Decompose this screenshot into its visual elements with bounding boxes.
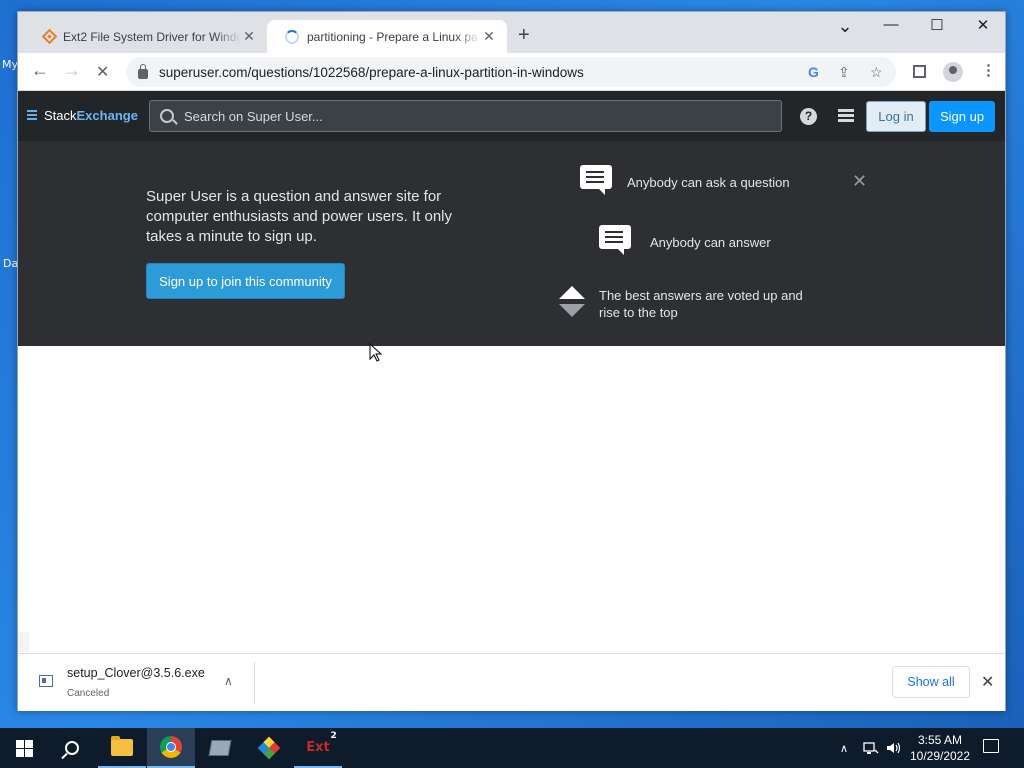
desktop-icon-label[interactable]: My [2, 58, 18, 71]
bookmark-star-icon[interactable]: ☆ [870, 64, 883, 81]
help-icon[interactable]: ? [800, 108, 817, 125]
vote-down-icon [559, 304, 585, 317]
page-scroll-stub [18, 632, 29, 652]
ask-question-icon [580, 165, 612, 195]
download-shelf: setup_Clover@3.5.6.exe Canceled ∧ Show a… [18, 653, 1005, 711]
tab-close-icon[interactable]: ✕ [241, 28, 257, 45]
search-icon [160, 109, 174, 123]
share-icon[interactable]: ⇪ [838, 64, 850, 81]
feature-voting: The best answers are voted up and rise t… [599, 288, 803, 320]
signup-button[interactable]: Sign up [929, 101, 995, 132]
tab-title: Ext2 File System Driver for Windo [63, 29, 241, 44]
stackexchange-logo-icon [27, 110, 37, 121]
hero-description: Super User is a question and answer site… [146, 188, 452, 245]
back-button[interactable]: ← [31, 60, 49, 81]
windows-taskbar: Ext 2 ∧ 3:55 AM 10/29/2022 [0, 728, 1024, 768]
forward-button[interactable]: → [63, 60, 81, 81]
taskbar-file-explorer[interactable] [98, 728, 146, 768]
close-window-button[interactable]: ✕ [960, 16, 1006, 34]
site-favicon-icon [41, 28, 58, 45]
mouse-cursor-icon [369, 343, 383, 362]
answer-icon [599, 225, 631, 255]
file-icon [39, 675, 53, 687]
show-all-button[interactable]: Show all [892, 666, 970, 698]
close-banner-icon[interactable]: ✕ [852, 171, 867, 192]
maximize-button[interactable]: ☐ [914, 16, 960, 34]
stop-loading-button[interactable]: ✕ [96, 62, 109, 82]
feature-ask: Anybody can ask a question [627, 175, 790, 190]
search-input[interactable] [184, 108, 744, 124]
vote-up-icon [559, 286, 585, 299]
folder-icon [111, 735, 133, 756]
diamond-app-icon [257, 736, 281, 760]
clock-time: 3:55 AM [917, 733, 963, 747]
site-search-box[interactable] [149, 100, 782, 132]
site-topbar: StackExchange ? Log in Sign up [18, 91, 1005, 141]
app-box-icon [208, 740, 232, 756]
new-tab-button[interactable]: + [518, 24, 530, 47]
browser-window: Ext2 File System Driver for Windo ✕ part… [17, 11, 1006, 711]
volume-icon[interactable] [885, 728, 901, 768]
notification-center-icon[interactable] [983, 739, 999, 753]
logo-text-stack: Stack [44, 108, 77, 123]
url-text[interactable]: superuser.com/questions/1022568/prepare-… [159, 65, 584, 80]
menu-kebab-icon[interactable]: ⋮ [981, 61, 996, 79]
signup-hero-banner: Super User is a question and answer site… [18, 141, 1005, 346]
tab-partitioning[interactable]: partitioning - Prepare a Linux pa ✕ [267, 20, 507, 53]
tab-strip: Ext2 File System Driver for Windo ✕ part… [18, 12, 1005, 53]
logo-text-exchange: Exchange [76, 108, 138, 123]
tray-overflow-chevron-icon[interactable]: ∧ [840, 728, 848, 768]
profile-avatar-icon[interactable] [943, 62, 963, 82]
system-clock[interactable]: 3:55 AM 10/29/2022 [906, 732, 974, 764]
site-switcher-icon[interactable] [838, 109, 854, 123]
search-icon [65, 741, 79, 755]
desktop-icon-label[interactable]: Da [3, 257, 18, 270]
loading-spinner-icon [285, 29, 299, 44]
taskbar-app-diamond[interactable] [245, 728, 293, 768]
login-button[interactable]: Log in [866, 101, 926, 132]
join-community-button[interactable]: Sign up to join this community [146, 263, 345, 299]
taskbar-chrome[interactable] [147, 728, 195, 768]
taskbar-app[interactable] [196, 728, 244, 768]
start-button[interactable] [0, 728, 48, 768]
windows-logo-icon [15, 739, 33, 757]
feature-answer: Anybody can answer [650, 235, 771, 250]
lock-icon[interactable] [138, 64, 148, 79]
taskbar-ext2[interactable]: Ext 2 [294, 728, 342, 768]
tab-close-icon[interactable]: ✕ [481, 28, 497, 45]
download-options-chevron-icon[interactable]: ∧ [224, 674, 233, 688]
minimize-button[interactable]: — [868, 16, 914, 33]
browser-toolbar: ← → ✕ superuser.com/questions/1022568/pr… [18, 53, 1005, 91]
stackexchange-logo[interactable]: Stack Exchange [27, 108, 138, 123]
tab-ext2-driver[interactable]: Ext2 File System Driver for Windo ✕ [26, 20, 267, 53]
google-lens-icon[interactable]: G [808, 64, 819, 80]
divider [254, 662, 255, 704]
tab-title: partitioning - Prepare a Linux pa [307, 29, 478, 44]
tab-search-button[interactable]: ⌄ [822, 16, 868, 37]
chrome-icon [160, 736, 182, 758]
taskbar-search-button[interactable] [48, 728, 96, 768]
address-bar[interactable]: superuser.com/questions/1022568/prepare-… [126, 57, 896, 87]
download-status: Canceled [67, 688, 110, 699]
download-filename[interactable]: setup_Clover@3.5.6.exe [67, 666, 205, 680]
close-download-shelf-icon[interactable]: ✕ [981, 672, 994, 692]
ext2-icon: Ext 2 [306, 730, 337, 755]
side-panel-icon[interactable] [913, 65, 926, 78]
network-icon[interactable] [863, 728, 879, 768]
clock-date: 10/29/2022 [909, 749, 971, 763]
